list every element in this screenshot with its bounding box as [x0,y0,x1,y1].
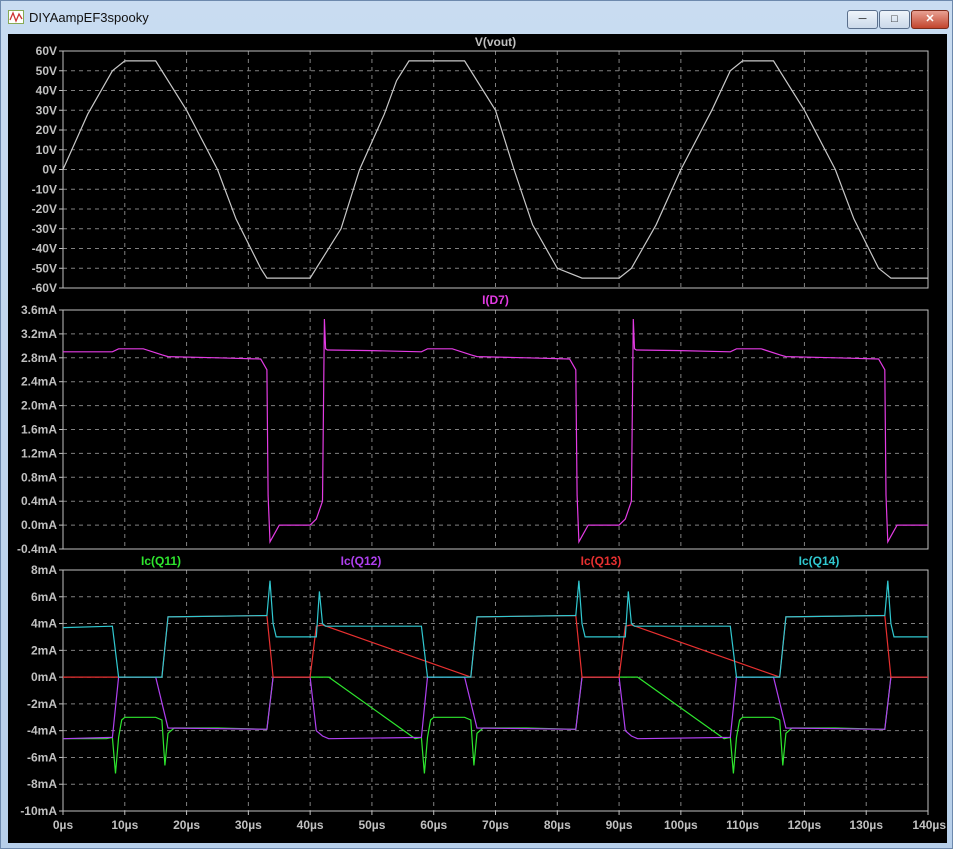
legend-label[interactable]: Ic(Q12) [341,554,382,568]
y-tick-label: 0V [42,163,57,177]
legend-label[interactable]: Ic(Q11) [141,554,181,568]
y-tick-label: 1.6mA [21,423,57,437]
x-tick-label: 90µs [606,818,633,832]
y-tick-label: 30V [36,103,57,117]
y-tick-label: 10V [36,143,57,157]
y-tick-label: -4mA [27,724,57,738]
y-tick-label: 0.4mA [21,494,57,508]
y-tick-label: 0mA [31,670,57,684]
app-window: DIYAampEF3spooky ─ □ ✕ 60V 50V 40V 30V 20V 10… [0,0,953,849]
window-title: DIYAampEF3spooky [29,10,149,25]
y-tick-label: -20V [32,202,57,216]
y-tick-label: -40V [32,242,57,256]
title-bar[interactable]: DIYAampEF3spooky ─ □ ✕ [1,1,952,34]
y-tick-label: 6mA [31,590,57,604]
x-tick-label: 110µs [726,818,759,832]
y-tick-label: -10mA [20,804,57,818]
y-tick-label: 60V [36,44,57,58]
x-tick-label: 80µs [544,818,571,832]
plot-area[interactable]: 60V 50V 40V 30V 20V 10V 0V -10V -20V -30V -40V -50V… [8,34,947,843]
legend-label[interactable]: Ic(Q13) [581,554,622,568]
y-tick-label: 50V [36,64,57,78]
x-tick-label: 140µs [912,818,946,832]
waveform-plots[interactable]: 60V 50V 40V 30V 20V 10V 0V -10V -20V -30V -40V -50V… [8,34,947,843]
y-tick-label: 3.6mA [21,303,57,317]
y-tick-label: 8mA [31,563,57,577]
x-tick-label: 120µs [788,818,822,832]
y-tick-label: -30V [32,222,57,236]
y-tick-label: -50V [32,261,57,275]
y-tick-label: 0.0mA [21,518,57,532]
waveform-icon [8,10,24,24]
x-tick-label: 130µs [849,818,883,832]
close-button[interactable]: ✕ [911,10,949,29]
plot-pane-3[interactable]: 8mA 6mA 4mA 2mA 0mA -2mA -4mA -6mA -8mA -10mA Ic(Q… [20,554,946,832]
x-tick-label: 70µs [482,818,509,832]
legend-label[interactable]: Ic(Q14) [799,554,840,568]
y-tick-label: 2.0mA [21,399,57,413]
y-tick-label: -0.4mA [17,542,57,556]
plot-title[interactable]: I(D7) [482,293,509,307]
y-tick-label: 0.8mA [21,470,57,484]
y-tick-label: -2mA [27,697,57,711]
y-tick-label: 2.4mA [21,375,57,389]
x-tick-label: 100µs [664,818,698,832]
y-tick-label: -6mA [27,750,57,764]
plot-pane-2[interactable]: 3.6mA 3.2mA 2.8mA 2.4mA 2.0mA 1.6mA 1.2mA 0.8mA… [17,293,929,556]
y-tick-label: 2.8mA [21,351,57,365]
y-tick-label: -8mA [27,777,57,791]
maximize-button[interactable]: □ [879,10,910,29]
minimize-button[interactable]: ─ [847,10,878,29]
x-tick-label: 0µs [53,818,74,832]
x-tick-label: 10µs [111,818,138,832]
plot-title[interactable]: V(vout) [475,35,516,49]
x-tick-label: 60µs [420,818,447,832]
y-tick-label: -60V [32,281,57,295]
y-tick-label: 20V [36,123,57,137]
y-tick-label: -10V [32,182,57,196]
y-tick-label: 1.2mA [21,446,57,460]
y-tick-label: 40V [36,84,57,98]
y-tick-label: 3.2mA [21,327,57,341]
x-tick-label: 20µs [173,818,200,832]
x-tick-label: 50µs [358,818,385,832]
x-tick-label: 30µs [235,818,262,832]
plot-pane-1[interactable]: 60V 50V 40V 30V 20V 10V 0V -10V -20V -30V -40V -50V… [32,35,929,295]
y-tick-label: 2mA [31,643,57,657]
y-tick-label: 4mA [31,617,57,631]
x-tick-label: 40µs [297,818,324,832]
